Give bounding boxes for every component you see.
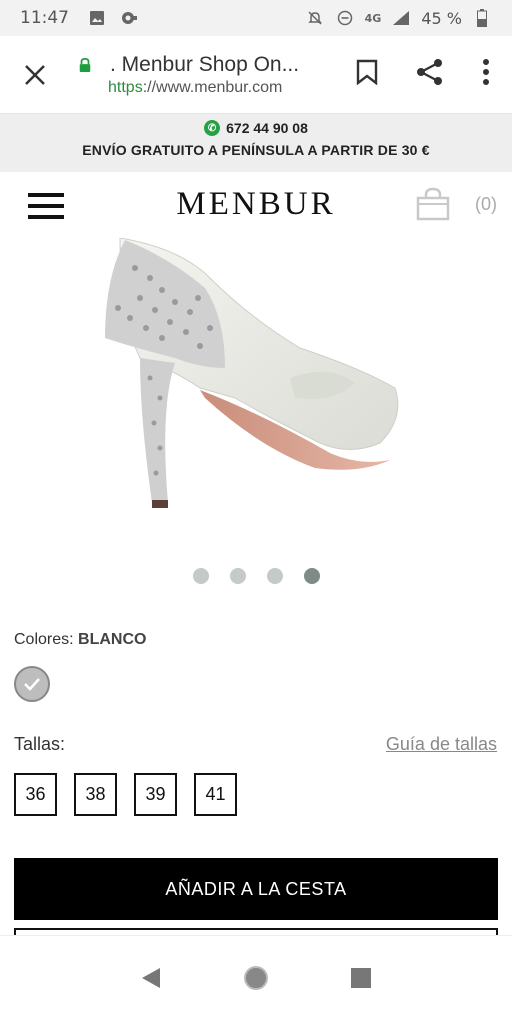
bookmark-button[interactable] [356, 59, 378, 90]
phone-link[interactable]: ✆ 672 44 90 08 [0, 120, 512, 136]
colors-label: Colores: [14, 631, 74, 648]
carousel-dot[interactable] [303, 568, 320, 584]
status-time: 11:47 [20, 8, 69, 28]
free-shipping-text: ENVÍO GRATUITO A PENÍNSULA A PARTIR DE 3… [82, 142, 430, 158]
page-url: https://www.menbur.com [108, 79, 356, 97]
close-tab-button[interactable] [0, 36, 70, 114]
carousel-dots [0, 568, 512, 584]
image-notification-icon [87, 8, 107, 28]
more-menu-button[interactable] [482, 59, 490, 90]
home-button[interactable] [243, 965, 269, 996]
home-circle-icon [243, 965, 268, 990]
whatsapp-icon: ✆ [204, 120, 221, 136]
checkmark-icon [24, 678, 40, 691]
camera-notification-icon [119, 8, 139, 28]
url-scheme: https [108, 78, 143, 96]
sizes-label: Tallas: [14, 734, 66, 754]
signal-icon [391, 8, 411, 28]
size-option[interactable]: 41 [194, 773, 237, 816]
size-option[interactable]: 38 [74, 773, 117, 816]
page-title: . Menbur Shop On... [110, 52, 300, 76]
recents-square-icon [350, 967, 371, 988]
bookmark-icon [356, 59, 378, 86]
system-nav-bar [0, 935, 512, 1024]
cart-icon[interactable] [416, 187, 450, 221]
product-image[interactable] [0, 238, 512, 548]
browser-toolbar: . Menbur Shop On... https://www.menbur.c… [0, 36, 512, 114]
lock-icon [79, 57, 91, 72]
color-value: BLANCO [78, 631, 147, 648]
phone-number: 672 44 90 08 [226, 120, 308, 136]
recents-button[interactable] [350, 967, 372, 994]
share-icon [417, 59, 442, 85]
dnd-icon [335, 8, 355, 28]
url-host: ://www.menbur.com [142, 78, 283, 96]
back-button[interactable] [140, 966, 162, 995]
url-bar[interactable]: . Menbur Shop On... https://www.menbur.c… [70, 53, 356, 97]
mute-icon [305, 8, 325, 28]
colors-row: Colores: BLANCO [14, 631, 146, 649]
size-option[interactable]: 39 [134, 773, 177, 816]
cart-count[interactable]: (0) [475, 194, 497, 215]
carousel-dot[interactable] [266, 568, 283, 584]
carousel-dot[interactable] [229, 568, 246, 584]
add-to-cart-button[interactable]: AÑADIR A LA CESTA [14, 858, 498, 920]
network-type: 4G [364, 11, 382, 25]
back-triangle-icon [142, 967, 161, 988]
color-swatch-blanco[interactable] [14, 666, 50, 702]
share-button[interactable] [416, 58, 444, 91]
carousel-dot[interactable] [192, 568, 209, 584]
size-guide-link[interactable]: Guía de tallas [386, 734, 497, 755]
more-vert-icon [483, 59, 489, 85]
close-icon [25, 64, 45, 85]
promo-bar: ✆ 672 44 90 08 ENVÍO GRATUITO A PENÍNSUL… [0, 114, 512, 172]
battery-level: 45 % [421, 8, 462, 28]
status-bar: 11:47 4G 45 % [0, 0, 512, 36]
shop-header: MENBUR (0) [0, 172, 512, 238]
size-options: 36 38 39 41 [14, 773, 237, 816]
battery-icon [472, 8, 492, 28]
size-option[interactable]: 36 [14, 773, 57, 816]
